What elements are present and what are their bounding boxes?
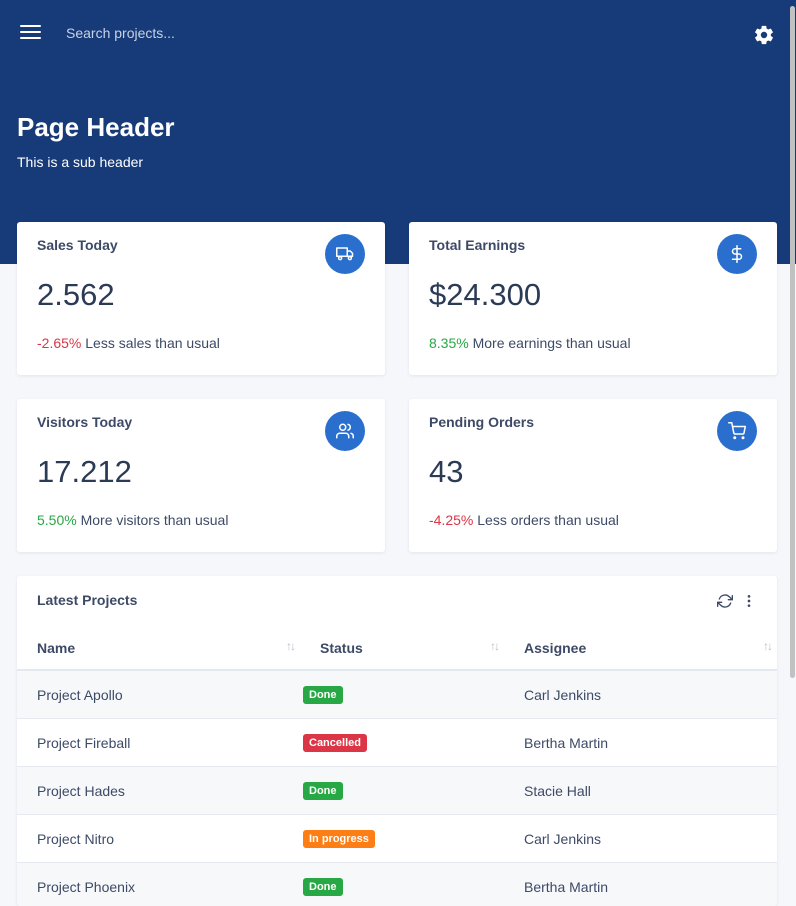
- page-title: Page Header: [17, 112, 175, 143]
- vertical-scrollbar[interactable]: [789, 0, 796, 887]
- refresh-icon[interactable]: [716, 592, 734, 610]
- stat-change: -2.65%: [37, 335, 81, 351]
- table-row[interactable]: Project Nitro In progress Carl Jenkins: [17, 815, 777, 863]
- stat-value: $24.300: [429, 277, 541, 313]
- stat-title: Visitors Today: [37, 414, 132, 430]
- table-row[interactable]: Project Fireball Cancelled Bertha Martin: [17, 719, 777, 767]
- assignee: Stacie Hall: [504, 767, 777, 815]
- more-vertical-icon[interactable]: [740, 592, 758, 610]
- status-badge: Cancelled: [303, 734, 367, 752]
- sort-icon[interactable]: ↑↓: [490, 639, 498, 653]
- project-name: Project Apollo: [17, 670, 300, 719]
- stat-value: 2.562: [37, 277, 115, 313]
- cart-icon: [717, 411, 757, 451]
- page-subtitle: This is a sub header: [17, 154, 143, 170]
- stat-footer: -4.25% Less orders than usual: [429, 512, 619, 528]
- project-name: Project Fireball: [17, 719, 300, 767]
- table-row[interactable]: Project Hades Done Stacie Hall: [17, 767, 777, 815]
- assignee: Carl Jenkins: [504, 670, 777, 719]
- stat-footer: -2.65% Less sales than usual: [37, 335, 220, 351]
- column-header-assignee[interactable]: Assignee ↑↓: [504, 626, 777, 670]
- truck-icon: [325, 234, 365, 274]
- status-badge: Done: [303, 782, 343, 800]
- table-row[interactable]: Project Phoenix Done Bertha Martin: [17, 863, 777, 906]
- stat-footer: 5.50% More visitors than usual: [37, 512, 228, 528]
- latest-projects-card: Latest Projects Name ↑↓ Status ↑↓ As: [17, 576, 777, 906]
- search-input[interactable]: [58, 20, 374, 46]
- stat-card-pending-orders: Pending Orders 43 -4.25% Less orders tha…: [409, 399, 777, 552]
- stat-card-sales-today: Sales Today 2.562 -2.65% Less sales than…: [17, 222, 385, 375]
- stat-footer: 8.35% More earnings than usual: [429, 335, 631, 351]
- gear-icon[interactable]: [753, 24, 775, 46]
- project-name: Project Phoenix: [17, 863, 300, 906]
- stat-change: -4.25%: [429, 512, 473, 528]
- sort-icon[interactable]: ↑↓: [763, 639, 771, 653]
- dollar-icon: [717, 234, 757, 274]
- stat-change: 8.35%: [429, 335, 469, 351]
- assignee: Carl Jenkins: [504, 815, 777, 863]
- table-header-row: Name ↑↓ Status ↑↓ Assignee ↑↓: [17, 626, 777, 670]
- table-row[interactable]: Project Apollo Done Carl Jenkins: [17, 670, 777, 719]
- column-header-status[interactable]: Status ↑↓: [300, 626, 504, 670]
- projects-table: Name ↑↓ Status ↑↓ Assignee ↑↓ Project Ap…: [17, 626, 777, 906]
- stat-title: Sales Today: [37, 237, 118, 253]
- project-name: Project Nitro: [17, 815, 300, 863]
- stat-note: Less sales than usual: [85, 335, 220, 351]
- card-title: Latest Projects: [37, 592, 137, 608]
- stat-note: Less orders than usual: [477, 512, 619, 528]
- stat-card-visitors-today: Visitors Today 17.212 5.50% More visitor…: [17, 399, 385, 552]
- stat-value: 43: [429, 454, 463, 490]
- assignee: Bertha Martin: [504, 719, 777, 767]
- sort-icon[interactable]: ↑↓: [286, 639, 294, 653]
- stat-note: More visitors than usual: [81, 512, 229, 528]
- stat-title: Total Earnings: [429, 237, 525, 253]
- hamburger-menu-icon[interactable]: [20, 24, 41, 41]
- stat-card-total-earnings: Total Earnings $24.300 8.35% More earnin…: [409, 222, 777, 375]
- stat-title: Pending Orders: [429, 414, 534, 430]
- project-name: Project Hades: [17, 767, 300, 815]
- stat-note: More earnings than usual: [473, 335, 631, 351]
- stat-change: 5.50%: [37, 512, 77, 528]
- assignee: Bertha Martin: [504, 863, 777, 906]
- status-badge: Done: [303, 878, 343, 896]
- status-badge: Done: [303, 686, 343, 704]
- users-icon: [325, 411, 365, 451]
- scrollbar-thumb[interactable]: [790, 6, 795, 678]
- stat-value: 17.212: [37, 454, 132, 490]
- top-navbar: [0, 0, 796, 66]
- column-header-name[interactable]: Name ↑↓: [17, 626, 300, 670]
- status-badge: In progress: [303, 830, 375, 848]
